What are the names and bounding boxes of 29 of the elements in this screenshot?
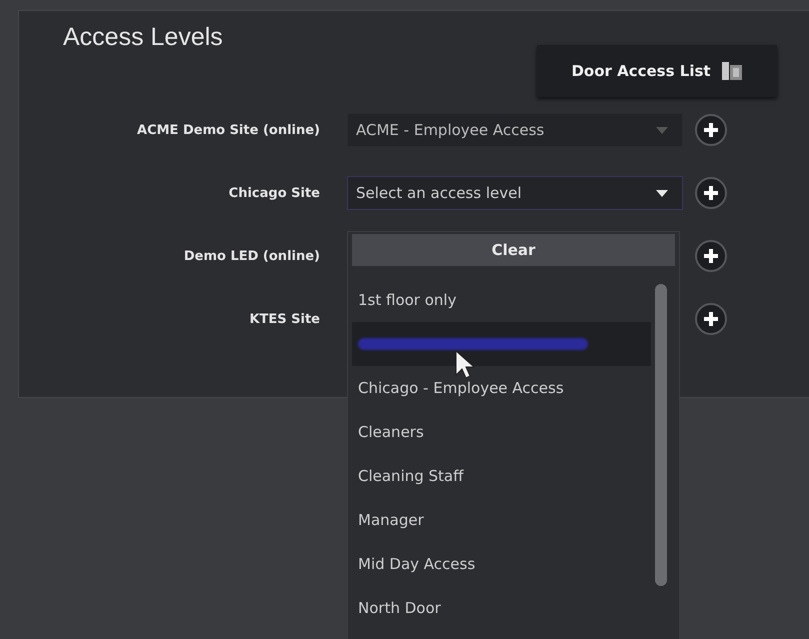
mouse-cursor-icon — [455, 350, 475, 380]
dropdown-option[interactable]: Chicago - Employee Access — [352, 366, 651, 410]
dropdown-option[interactable]: North Door — [352, 586, 651, 630]
dropdown-option[interactable]: Manager — [352, 498, 651, 542]
clear-button[interactable]: Clear — [352, 234, 675, 266]
dropdown-option[interactable]: Cleaners — [352, 410, 651, 454]
plus-icon — [703, 311, 719, 327]
door-icon — [720, 61, 743, 81]
plus-icon — [703, 122, 719, 138]
site-label: KTES Site — [248, 312, 321, 326]
site-label: ACME Demo Site (online) — [136, 122, 321, 138]
dropdown-option[interactable]: 1st floor only — [352, 278, 651, 322]
scrollbar[interactable] — [655, 284, 667, 586]
site-label: Chicago Site — [228, 186, 321, 200]
access-level-dropdown[interactable]: ACME - Employee Access — [347, 113, 683, 147]
dropdown-arrow-icon — [656, 126, 668, 134]
dropdown-option[interactable]: Mid Day Access — [352, 542, 651, 586]
add-button[interactable] — [695, 114, 727, 146]
site-label: Demo LED (online) — [182, 248, 321, 264]
section-title: Access Levels — [63, 23, 223, 53]
door-access-list-button[interactable]: Door Access List — [537, 45, 777, 97]
dropdown-option[interactable]: Cleaning Staff — [352, 454, 651, 498]
access-level-dropdown[interactable]: Select an access level — [347, 176, 683, 210]
plus-icon — [703, 185, 719, 201]
dropdown-arrow-icon — [656, 190, 668, 196]
add-button[interactable] — [695, 177, 727, 209]
plus-icon — [703, 248, 719, 264]
add-button[interactable] — [695, 240, 727, 272]
add-button[interactable] — [695, 303, 727, 335]
